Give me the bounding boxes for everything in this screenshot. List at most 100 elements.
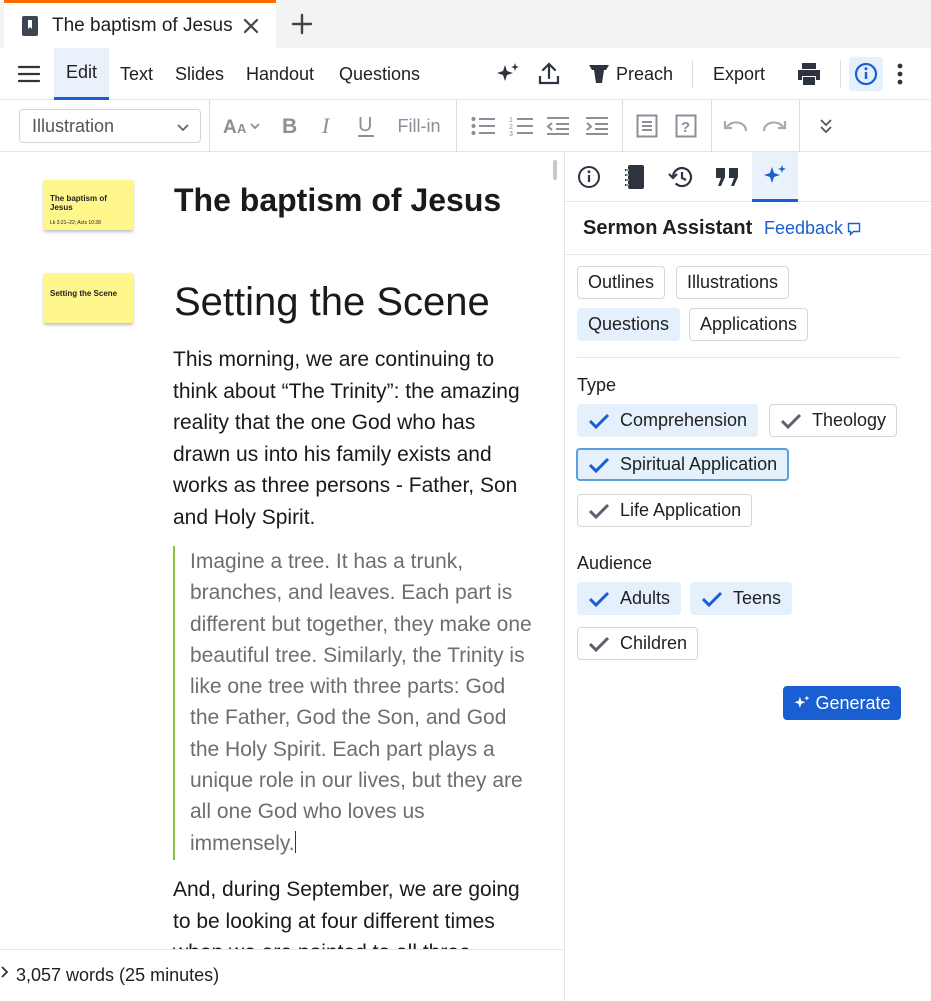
undo-icon[interactable] [723,110,749,142]
panel-tab-notes[interactable] [612,152,658,202]
section-heading[interactable]: Setting the Scene [174,280,490,325]
divider [799,100,800,152]
panel-tab-quotes[interactable] [704,152,750,202]
chip-teens[interactable]: Teens [690,582,793,615]
divider [565,254,931,255]
fill-in-button[interactable]: Fill-in [392,110,446,142]
chip-theology[interactable]: Theology [769,404,898,437]
svg-text:?: ? [681,119,690,136]
tab-handout[interactable]: Handout [234,48,326,100]
chevron-right-icon[interactable] [0,964,10,980]
more-tools-chevron-icon[interactable] [814,110,838,142]
ai-sparkle-icon[interactable] [495,48,521,100]
chip-label: Children [620,633,688,653]
export-button[interactable]: Export [713,48,765,100]
title-slide-thumbnail[interactable]: The baptism of Jesus Lk 3:21–22; Acts 10… [44,180,133,230]
document-title[interactable]: The baptism of Jesus [174,182,501,219]
text-cursor [294,830,296,853]
speech-bubble-icon [847,222,861,236]
slide-note-icon[interactable] [634,110,660,142]
svg-text:A: A [223,117,237,137]
generate-button[interactable]: Generate [783,686,901,720]
chip-life-application[interactable]: Life Application [577,494,753,527]
word-count: 3,057 words (25 minutes) [16,965,220,985]
underline-icon[interactable]: U [353,110,379,142]
quote-icon [716,168,738,186]
checkmark-icon [588,413,610,429]
more-vertical-icon[interactable] [894,48,906,100]
tab-questions[interactable]: Questions [327,48,432,100]
hamburger-menu-icon[interactable] [18,48,40,100]
tab-title: The baptism of Jesus [52,14,233,36]
divider [209,100,210,152]
svg-text:2: 2 [509,124,513,131]
preach-button[interactable]: Preach [588,48,673,100]
ai-sparkle-icon [794,695,811,708]
divider [840,60,841,88]
svg-text:B: B [282,115,297,137]
chip-label: Spiritual Application [620,454,778,474]
chip-applications[interactable]: Applications [689,308,809,341]
indent-icon[interactable] [584,110,610,142]
chip-label: Theology [812,410,887,430]
chip-children[interactable]: Children [577,627,699,660]
panel-tabs [565,152,931,202]
numbered-list-icon[interactable]: 123 [508,110,534,142]
chip-spiritual-application[interactable]: Spiritual Application [576,448,790,481]
chip-label: Adults [620,588,671,608]
checkmark-icon [780,413,802,429]
tab-strip: The baptism of Jesus [0,0,931,48]
checkmark-icon [588,457,610,473]
divider [692,60,693,88]
svg-text:U: U [358,114,372,136]
thumbnail-reference: Lk 3:21–22; Acts 10:38 [50,220,101,226]
print-icon[interactable] [796,48,822,100]
chip-comprehension[interactable]: Comprehension [577,404,759,437]
section-slide-thumbnail[interactable]: Setting the Scene [44,273,133,323]
divider [577,357,901,358]
panel-tab-info[interactable] [566,152,612,202]
info-toggle-icon[interactable] [849,57,883,91]
panel-tab-history[interactable] [658,152,704,202]
svg-text:A: A [237,121,247,136]
chip-illustrations[interactable]: Illustrations [676,266,790,299]
paragraph[interactable]: This morning, we are continuing to think… [173,344,533,533]
sermon-editor[interactable]: The baptism of Jesus Lk 3:21–22; Acts 10… [4,152,564,949]
svg-text:1: 1 [509,117,513,124]
outdent-icon[interactable] [545,110,571,142]
close-tab-icon[interactable] [242,17,260,35]
illustration-block[interactable]: Imagine a tree. It has a trunk, branches… [173,546,533,860]
side-panel: Sermon Assistant Feedback Outlines Illus… [564,152,931,1001]
feedback-link[interactable]: Feedback [764,218,861,239]
audience-label: Audience [577,553,653,573]
tab-edit[interactable]: Edit [54,48,110,100]
chip-label: Teens [733,588,782,608]
panel-tab-assistant[interactable] [752,152,798,202]
svg-text:I: I [321,115,331,137]
new-tab-icon[interactable] [290,12,314,36]
format-toolbar: Illustration AA B I U Fill-in 123 ? [0,100,931,152]
paragraph[interactable]: And, during September, we are going to b… [173,874,533,949]
italic-icon[interactable]: I [315,110,341,142]
tab-text[interactable]: Text [108,48,165,100]
tab-slides[interactable]: Slides [163,48,236,100]
ai-sparkle-icon [764,164,786,183]
chip-label: Comprehension [620,410,748,430]
share-icon[interactable] [537,48,561,100]
svg-text:3: 3 [509,131,513,137]
font-size-icon[interactable]: AA [222,110,264,142]
paragraph-style-value: Illustration [32,115,115,136]
bold-icon[interactable]: B [276,110,302,142]
question-box-icon[interactable]: ? [673,110,699,142]
editor-scrollbar[interactable] [553,160,557,180]
type-label: Type [577,375,617,395]
chip-adults[interactable]: Adults [577,582,682,615]
checkmark-icon [588,591,610,607]
redo-icon[interactable] [761,110,787,142]
document-icon [22,15,38,36]
chip-questions[interactable]: Questions [577,308,681,341]
chip-outlines[interactable]: Outlines [577,266,666,299]
paragraph-style-select[interactable]: Illustration [19,109,201,143]
bulleted-list-icon[interactable] [470,110,496,142]
document-tab[interactable]: The baptism of Jesus [4,0,276,48]
